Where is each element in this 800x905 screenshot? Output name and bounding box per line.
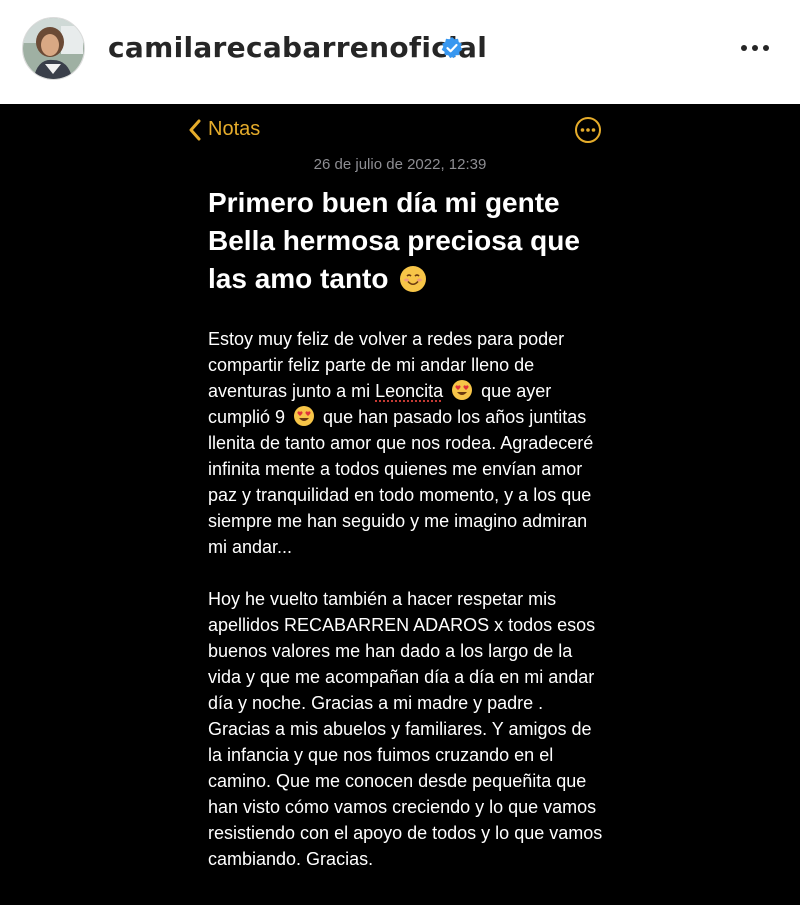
note-body: Estoy muy feliz de volver a redes para p… — [208, 326, 608, 898]
note-title-line: Primero buen día mi gente — [208, 187, 560, 218]
note-title-line: Bella hermosa preciosa que — [208, 225, 580, 256]
notes-back-label: Notas — [208, 118, 261, 140]
avatar[interactable] — [22, 17, 85, 80]
post-header: camilarecabarrenoficial — [0, 0, 800, 104]
chevron-left-icon — [189, 119, 201, 140]
note-title-line-3: las amo tanto — [208, 260, 618, 298]
verified-badge-icon — [441, 37, 463, 59]
note-date: 26 de julio de 2022, 12:39 — [313, 156, 487, 173]
smiling-face-emoji-icon — [400, 266, 427, 292]
note-text: que han pasado los años juntitas llenita… — [208, 407, 594, 557]
post-image: Notas 26 de julio de 2022, 12:39 Primero… — [0, 104, 800, 905]
more-options-icon[interactable] — [735, 36, 775, 60]
note-paragraph: Estoy muy feliz de volver a redes para p… — [208, 326, 608, 560]
note-title-line: las amo tanto — [208, 263, 389, 294]
username[interactable]: camilarecabarrenoficial — [108, 31, 487, 64]
note-title: Primero buen día mi gente Bella hermosa … — [208, 184, 618, 298]
heart-eyes-emoji-icon — [294, 406, 315, 426]
ellipsis-circle-icon[interactable] — [574, 116, 602, 144]
heart-eyes-emoji-icon — [452, 380, 473, 400]
note-text-name: Leoncita — [375, 381, 444, 401]
profile-photo — [23, 18, 84, 79]
note-paragraph: Hoy he vuelto también a hacer respetar m… — [208, 589, 603, 869]
notes-back-button[interactable]: Notas — [188, 118, 260, 141]
